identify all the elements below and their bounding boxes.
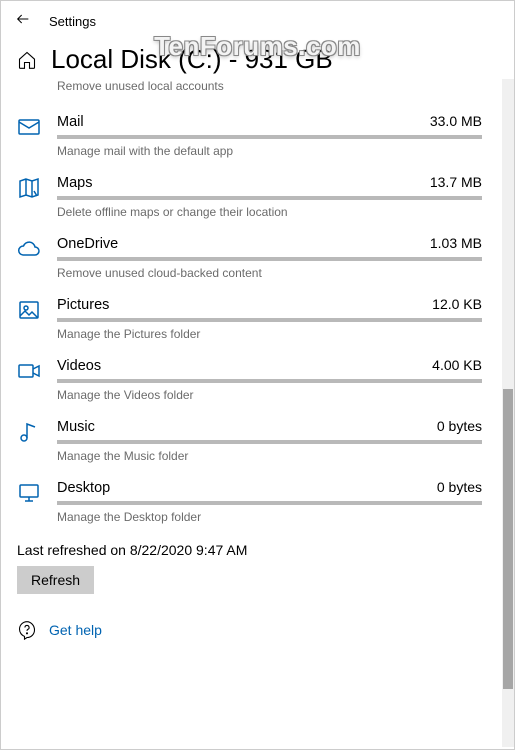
category-desc: Manage the Pictures folder [57,327,482,341]
header-title: Settings [49,14,96,29]
page-title: Local Disk (C:) - 931 GB [51,44,333,75]
category-name: Music [57,419,95,435]
category-body: Mail 33.0 MB Manage mail with the default… [57,113,482,158]
category-desc: Manage the Desktop folder [57,510,482,524]
category-size: 1.03 MB [430,235,482,251]
category-name: OneDrive [57,236,118,252]
category-desc: Manage the Music folder [57,449,482,463]
category-size: 0 bytes [437,418,482,434]
category-desc: Remove unused cloud-backed content [57,266,482,280]
home-icon[interactable] [17,50,37,70]
category-pictures[interactable]: Pictures 12.0 KB Manage the Pictures fold… [1,290,502,351]
category-body: Pictures 12.0 KB Manage the Pictures fold… [57,296,482,341]
category-size: 0 bytes [437,479,482,495]
category-body: Desktop 0 bytes Manage the Desktop folder [57,479,482,524]
usage-bar [57,440,482,444]
category-name: Desktop [57,480,110,496]
category-desc: Manage the Videos folder [57,388,482,402]
category-name: Maps [57,175,92,191]
videos-icon [17,359,41,383]
desktop-icon [17,481,41,505]
category-size: 4.00 KB [432,357,482,373]
page-title-row: Local Disk (C:) - 931 GB [1,38,514,79]
category-desc: Delete offline maps or change their loca… [57,205,482,219]
help-row: Get help [1,594,502,650]
usage-bar [57,318,482,322]
category-mail[interactable]: Mail 33.0 MB Manage mail with the default… [1,107,502,168]
help-chat-icon [17,620,37,640]
refresh-button[interactable]: Refresh [17,566,94,594]
category-name: Mail [57,114,84,130]
category-body: Music 0 bytes Manage the Music folder [57,418,482,463]
category-size: 13.7 MB [430,174,482,190]
category-body: Maps 13.7 MB Delete offline maps or chang… [57,174,482,219]
usage-bar [57,379,482,383]
music-icon [17,420,41,444]
usage-bar [57,257,482,261]
usage-bar [57,501,482,505]
category-body: Videos 4.00 KB Manage the Videos folder [57,357,482,402]
category-body: OneDrive 1.03 MB Remove unused cloud-back… [57,235,482,280]
header-bar: Settings [1,1,514,38]
scrollbar-thumb[interactable] [503,389,513,689]
scrollbar-track[interactable] [502,79,514,747]
last-refreshed-text: Last refreshed on 8/22/2020 9:47 AM [1,534,502,566]
usage-bar [57,135,482,139]
get-help-link[interactable]: Get help [49,622,102,638]
usage-bar [57,196,482,200]
category-size: 12.0 KB [432,296,482,312]
category-music[interactable]: Music 0 bytes Manage the Music folder [1,412,502,473]
category-desc: Manage mail with the default app [57,144,482,158]
back-arrow-icon[interactable] [15,11,31,32]
maps-icon [17,176,41,200]
category-name: Videos [57,358,101,374]
category-desktop[interactable]: Desktop 0 bytes Manage the Desktop folder [1,473,502,534]
category-name: Pictures [57,297,109,313]
previous-item-desc: Remove unused local accounts [1,79,502,93]
mail-icon [17,115,41,139]
category-maps[interactable]: Maps 13.7 MB Delete offline maps or chang… [1,168,502,229]
content-area: Remove unused local accounts Mail 33.0 MB… [1,79,502,747]
cloud-icon [17,237,41,261]
category-size: 33.0 MB [430,113,482,129]
pictures-icon [17,298,41,322]
category-videos[interactable]: Videos 4.00 KB Manage the Videos folder [1,351,502,412]
category-onedrive[interactable]: OneDrive 1.03 MB Remove unused cloud-back… [1,229,502,290]
